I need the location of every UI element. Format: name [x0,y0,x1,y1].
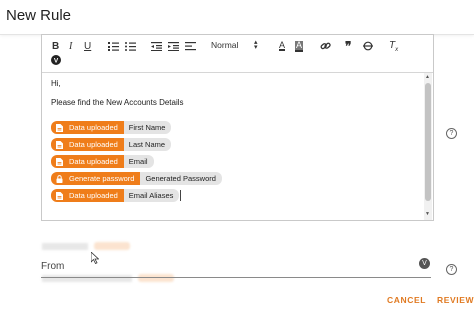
intro-text: Please find the New Accounts Details [51,98,184,107]
align-button[interactable] [185,42,196,51]
file-icon [56,157,63,166]
review-button[interactable]: REVIEW [437,295,474,305]
chip-tag: Generate password [51,172,141,185]
strikethrough-button[interactable] [363,41,373,51]
quote-icon: ❞ [345,39,352,53]
lock-icon [56,174,63,183]
chip-tag-label: Data uploaded [69,140,118,149]
from-field-label: From [41,261,65,272]
page-title: New Rule [6,7,72,24]
editor-toolbar: B I U Normal ▴ ▾ A A ❞ Tx V [42,35,433,73]
scroll-down-icon[interactable]: ▼ [425,211,430,217]
outdent-button[interactable] [151,42,162,51]
clear-format-icon: Tx [389,40,399,53]
chip-field: Last Name [123,138,172,151]
chip-field: Email Aliases [123,189,180,202]
font-color-icon: A [279,40,286,51]
blockquote-button[interactable]: ❞ [345,39,351,53]
variable-button[interactable]: V [51,55,61,65]
rich-text-editor[interactable]: B I U Normal ▴ ▾ A A ❞ Tx V Hi, Please f… [41,34,434,221]
link-button[interactable] [320,41,331,51]
chip-tag-label: Generate password [69,174,135,183]
indent-button[interactable] [168,42,179,51]
variable-chip[interactable]: Generate password Generated Password [51,172,222,185]
bullet-list-icon [125,42,136,51]
chip-tag: Data uploaded [51,155,124,168]
variable-chip[interactable]: Data uploaded Email Aliases [51,189,180,202]
italic-button[interactable]: I [69,41,72,52]
chip-tag-label: Data uploaded [69,157,118,166]
bullet-list-button[interactable] [125,42,136,51]
file-icon [56,123,63,132]
highlight-button[interactable]: A [295,40,304,52]
chip-field: First Name [123,121,172,134]
variable-chip[interactable]: Data uploaded Last Name [51,138,172,151]
ordered-list-icon [108,42,119,51]
mouse-cursor-icon [90,251,100,269]
file-icon [56,191,63,200]
indent-icon [168,42,179,51]
link-icon [320,42,331,50]
help-icon[interactable]: ? [446,128,457,139]
variable-icon: V [51,55,61,65]
clear-format-button[interactable]: Tx [389,40,398,53]
from-field[interactable] [41,277,431,278]
align-left-icon [185,42,196,51]
svg-text:V: V [54,57,59,64]
chip-field: Email [123,155,154,168]
chip-tag: Data uploaded [51,138,124,151]
underline-button[interactable]: U [84,41,91,52]
chip-field: Generated Password [140,172,222,185]
chip-tag: Data uploaded [51,121,124,134]
bold-button[interactable]: B [52,41,59,52]
font-color-button[interactable]: A [279,40,286,51]
chip-tag-label: Data uploaded [69,123,118,132]
editor-content[interactable]: Hi, Please find the New Accounts Details… [42,73,423,220]
format-select[interactable]: Normal ▴ ▾ [211,39,258,51]
variable-chip[interactable]: Data uploaded Email [51,155,154,168]
scrollbar-thumb[interactable] [425,83,431,201]
greeting-text: Hi, [51,79,61,88]
variable-chip[interactable]: Data uploaded First Name [51,121,172,134]
text-cursor [180,190,181,201]
ordered-list-button[interactable] [108,42,119,51]
highlight-icon: A [295,40,304,52]
dialog-header: New Rule [0,0,474,35]
cancel-button[interactable]: CANCEL [387,295,426,305]
help-icon[interactable]: ? [446,264,457,275]
format-select-value: Normal [211,40,239,50]
editor-scrollbar[interactable]: ▲ ▼ [424,73,432,220]
chip-tag-label: Data uploaded [69,191,118,200]
outdent-icon [151,42,162,51]
chip-tag: Data uploaded [51,189,124,202]
variable-picker-icon[interactable]: V [419,258,430,269]
strikethrough-icon [363,41,373,51]
file-icon [56,140,63,149]
select-arrows-icon: ▴ ▾ [254,39,258,51]
scroll-up-icon[interactable]: ▲ [425,74,430,80]
